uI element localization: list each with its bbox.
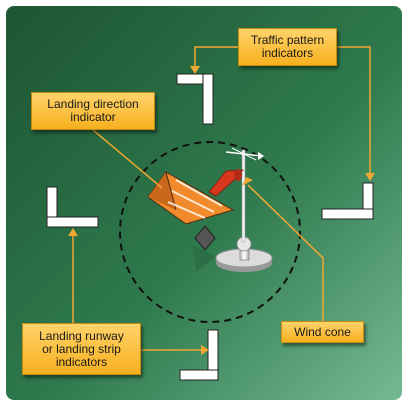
callout-traffic-pattern: Traffic pattern indicators [238,28,337,66]
callout-wind-cone: Wind cone [281,321,364,343]
diagram-canvas: Traffic pattern indicators Landing direc… [0,0,408,406]
callout-landing-runway: Landing runway or landing strip indicato… [22,323,141,375]
callout-landing-direction: Landing direction indicator [31,92,155,130]
